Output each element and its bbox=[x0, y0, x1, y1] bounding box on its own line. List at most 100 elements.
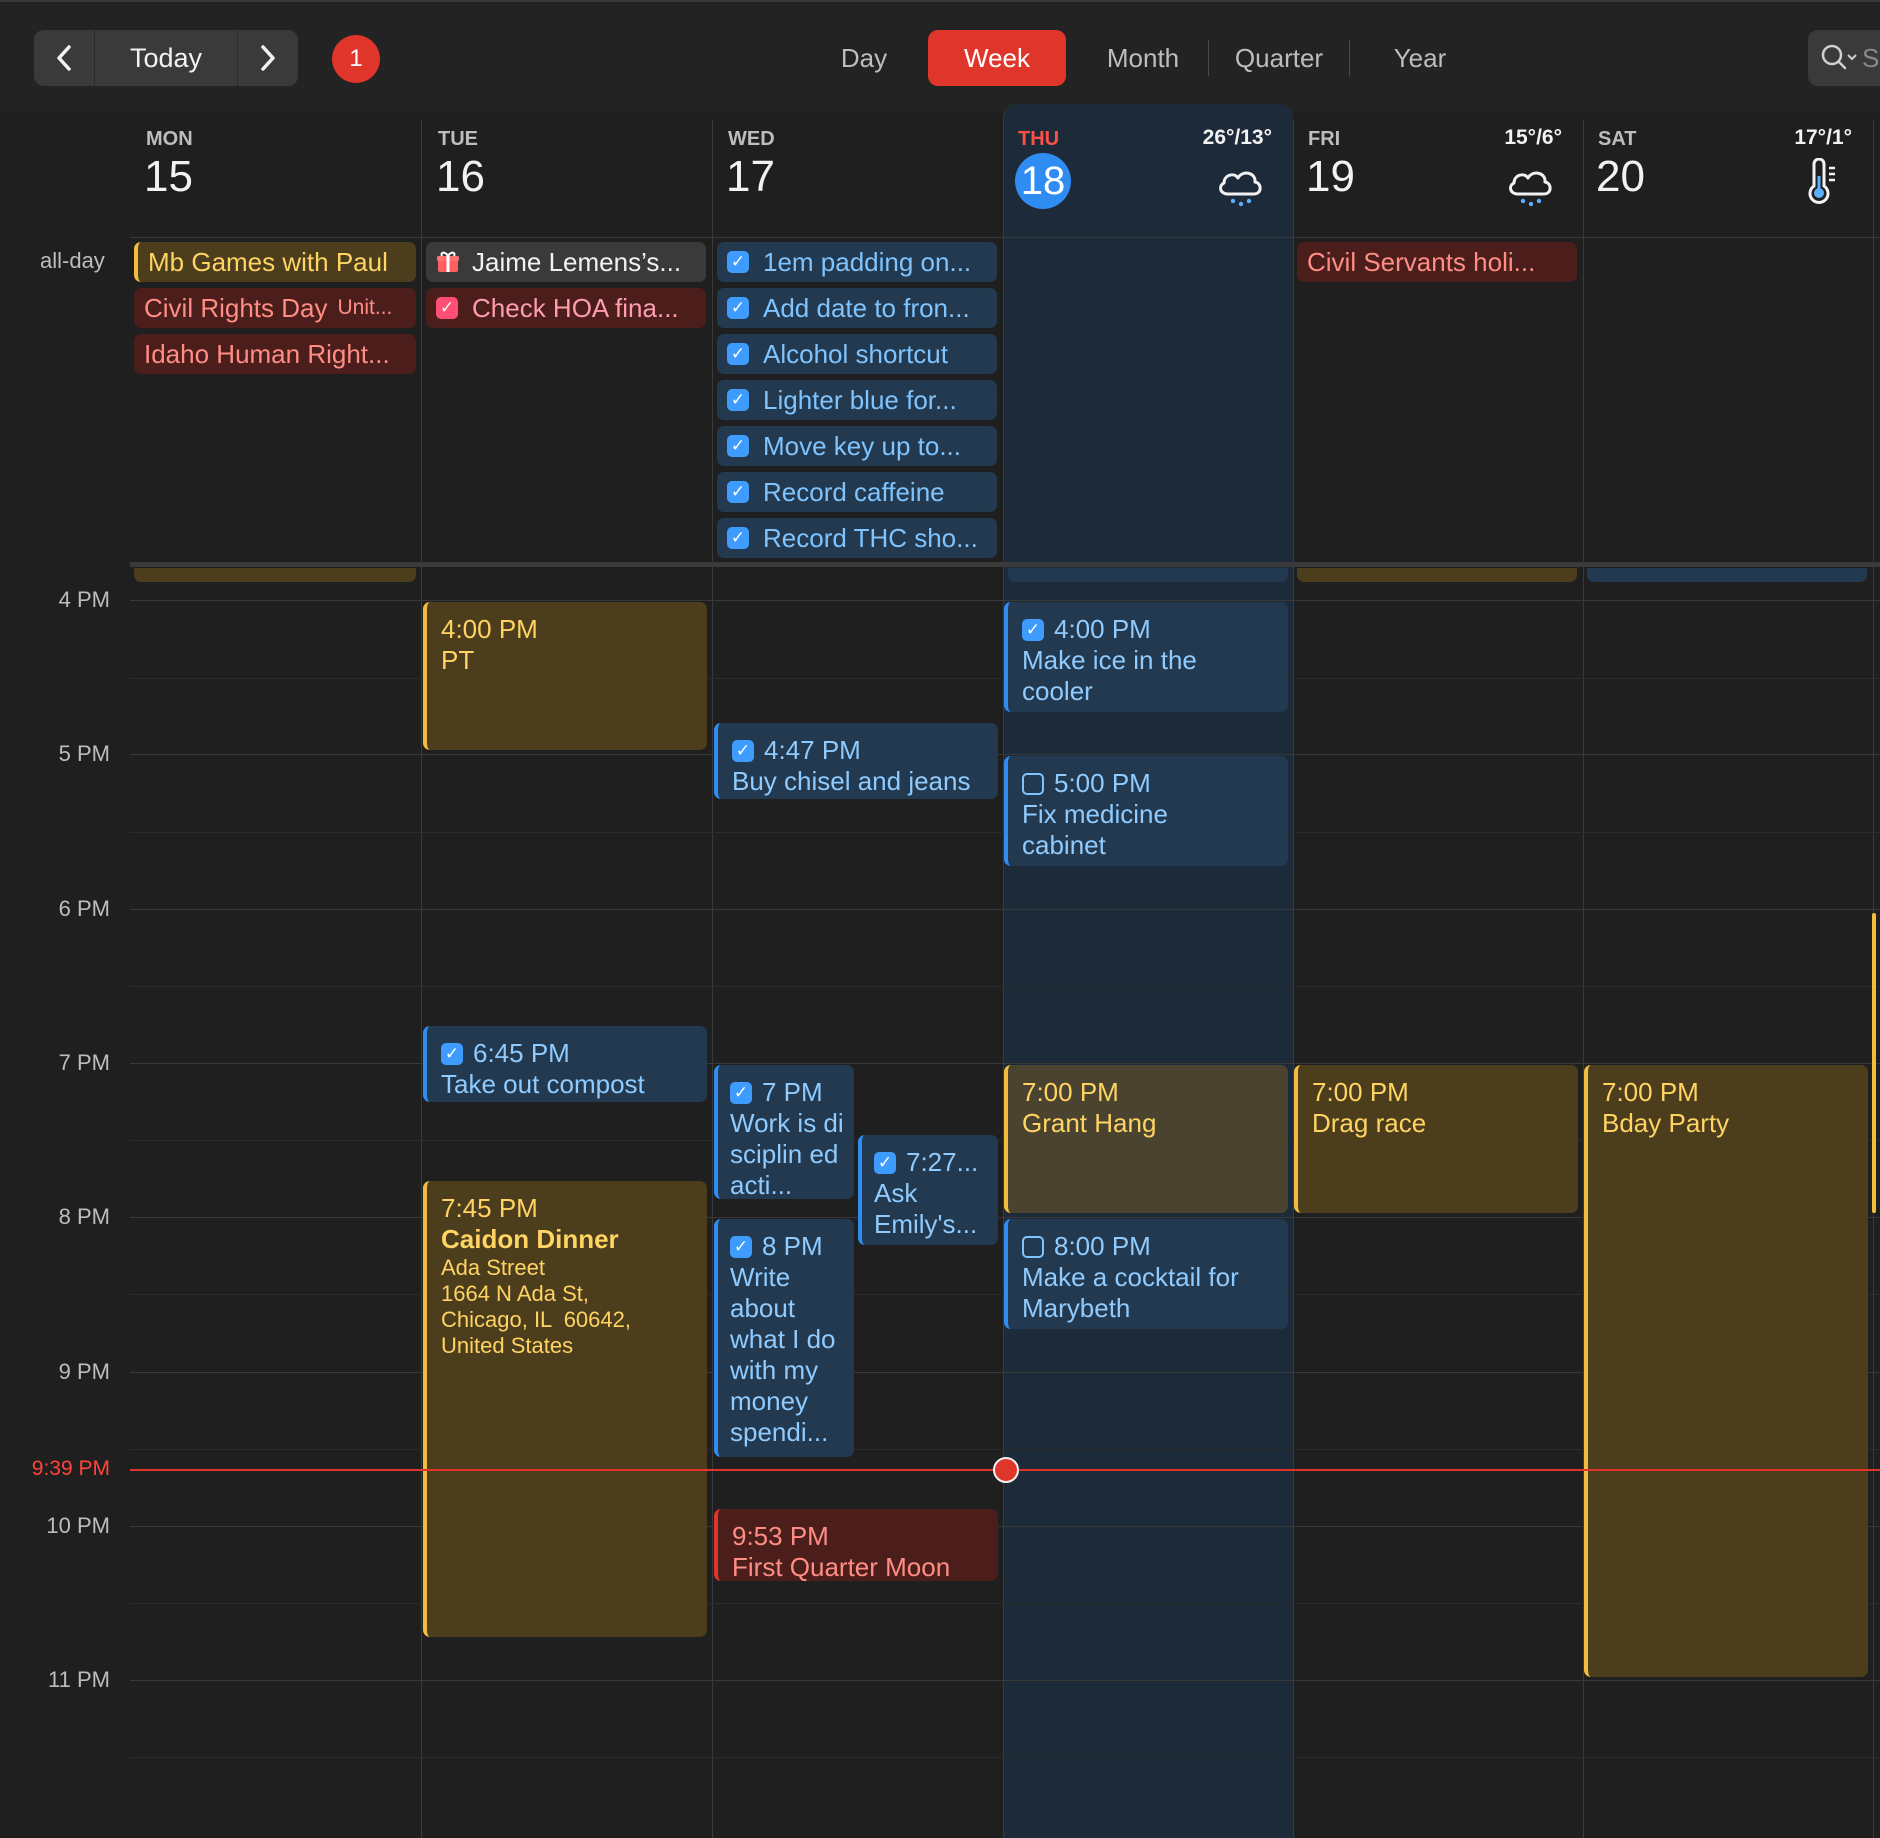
event-first-quarter-moon[interactable]: 9:53 PM First Quarter Moon bbox=[714, 1509, 998, 1581]
reminder[interactable]: ✓ Record THC sho... bbox=[717, 518, 997, 558]
day-column-thu-today[interactable] bbox=[1003, 104, 1293, 1838]
date-nav-group: Today bbox=[34, 30, 298, 86]
checkbox-checked-icon[interactable]: ✓ bbox=[436, 297, 458, 319]
cloud-snow-icon bbox=[1219, 171, 1262, 207]
search-field[interactable]: S bbox=[1808, 30, 1880, 86]
all-day-event[interactable]: Civil Servants holi... bbox=[1297, 242, 1577, 282]
event-bday-party[interactable]: 7:00 PM Bday Party bbox=[1584, 1065, 1868, 1677]
view-year-tab[interactable]: Year bbox=[1350, 30, 1490, 86]
day-number[interactable]: 16 bbox=[436, 152, 485, 202]
checkbox-checked-icon[interactable]: ✓ bbox=[727, 389, 749, 411]
weather-temperature: 17°/1° bbox=[1794, 126, 1852, 149]
cloud-snow-icon bbox=[1509, 171, 1552, 207]
half-hour-line bbox=[130, 986, 1880, 987]
today-button[interactable]: Today bbox=[94, 30, 238, 86]
event-pt[interactable]: 4:00 PM PT bbox=[423, 602, 707, 750]
view-switcher: Day Week Month Quarter Year bbox=[812, 30, 1490, 86]
hour-label: 9 PM bbox=[58, 1359, 110, 1384]
scrolled-event-stub[interactable] bbox=[134, 568, 416, 582]
all-day-event[interactable]: Civil Rights Day Unit... bbox=[134, 288, 416, 328]
reminder-take-out-compost[interactable]: ✓ 6:45 PM Take out compost bbox=[423, 1026, 707, 1102]
day-of-week: SAT bbox=[1598, 128, 1637, 150]
all-day-event[interactable]: Mb Games with Paul bbox=[134, 242, 416, 282]
checkbox-checked-icon[interactable]: ✓ bbox=[730, 1235, 752, 1258]
all-day-event[interactable]: Idaho Human Right... bbox=[134, 334, 416, 374]
previous-week-button[interactable] bbox=[34, 30, 94, 86]
day-number[interactable]: 17 bbox=[726, 152, 775, 202]
reminder-write-about-money[interactable]: ✓ 8 PM Write about what I do with my mone… bbox=[714, 1219, 854, 1457]
day-number[interactable]: 19 bbox=[1306, 152, 1355, 202]
hour-line bbox=[130, 1063, 1880, 1064]
day-of-week: WED bbox=[728, 128, 775, 150]
view-month-tab[interactable]: Month bbox=[1078, 30, 1208, 86]
hour-label: 11 PM bbox=[48, 1667, 110, 1692]
checkbox-checked-icon[interactable]: ✓ bbox=[727, 251, 749, 273]
reminder-make-cocktail[interactable]: 8:00 PM Make a cocktail for Marybeth bbox=[1004, 1219, 1288, 1329]
reminder[interactable]: ✓ Check HOA fina... bbox=[426, 288, 706, 328]
weather-temperature: 26°/13° bbox=[1202, 126, 1272, 149]
hour-label: 6 PM bbox=[58, 896, 110, 921]
current-time-label: 9:39 PM bbox=[31, 1457, 110, 1480]
checkbox-empty-icon[interactable] bbox=[1022, 772, 1044, 795]
thermometer-icon bbox=[1808, 158, 1835, 204]
scrolled-event-stub[interactable] bbox=[1297, 568, 1577, 582]
reminder[interactable]: ✓ Add date to fron... bbox=[717, 288, 997, 328]
day-column-fri[interactable] bbox=[1293, 120, 1583, 1838]
view-day-tab[interactable]: Day bbox=[812, 30, 916, 86]
checkbox-checked-icon[interactable]: ✓ bbox=[727, 343, 749, 365]
notification-badge[interactable]: 1 bbox=[332, 35, 380, 83]
sunday-event-edge[interactable] bbox=[1872, 913, 1876, 1213]
day-of-week-today: THU bbox=[1018, 128, 1060, 150]
current-time-dot bbox=[993, 1457, 1019, 1483]
scrolled-event-stub[interactable] bbox=[1587, 568, 1867, 582]
all-day-divider bbox=[130, 562, 1880, 567]
hour-label: 5 PM bbox=[58, 741, 110, 766]
day-of-week: MON bbox=[146, 128, 193, 150]
day-number[interactable]: 20 bbox=[1596, 152, 1645, 202]
reminder[interactable]: ✓ 1em padding on... bbox=[717, 242, 997, 282]
hour-line bbox=[130, 1680, 1880, 1681]
today-date-circle[interactable]: 18 bbox=[1015, 153, 1071, 209]
checkbox-checked-icon[interactable]: ✓ bbox=[874, 1151, 896, 1174]
view-quarter-tab[interactable]: Quarter bbox=[1209, 30, 1349, 86]
day-of-week: FRI bbox=[1308, 128, 1341, 150]
all-day-event[interactable]: Jaime Lemens’s... bbox=[426, 242, 706, 282]
hour-label: 7 PM bbox=[58, 1050, 110, 1075]
reminder-ask-emily[interactable]: ✓ 7:27... Ask Emily's... bbox=[858, 1135, 998, 1245]
hour-label: 4 PM bbox=[58, 587, 110, 612]
scrolled-event-stub[interactable] bbox=[1008, 568, 1288, 582]
checkbox-checked-icon[interactable]: ✓ bbox=[727, 297, 749, 319]
hour-line bbox=[130, 600, 1880, 601]
chevron-right-icon bbox=[261, 45, 275, 71]
day-column-mon[interactable] bbox=[130, 120, 421, 1838]
day-of-week: TUE bbox=[438, 128, 478, 150]
view-week-tab[interactable]: Week bbox=[928, 30, 1066, 86]
checkbox-checked-icon[interactable]: ✓ bbox=[727, 527, 749, 549]
search-icon bbox=[1821, 44, 1857, 70]
next-week-button[interactable] bbox=[238, 30, 298, 86]
header-separator bbox=[130, 237, 1880, 238]
reminder-make-ice[interactable]: ✓ 4:00 PM Make ice in the cooler bbox=[1004, 602, 1288, 712]
reminder-fix-medicine[interactable]: 5:00 PM Fix medicine cabinet bbox=[1004, 756, 1288, 866]
reminder[interactable]: ✓ Record caffeine bbox=[717, 472, 997, 512]
checkbox-checked-icon[interactable]: ✓ bbox=[441, 1042, 463, 1065]
reminder-buy-chisel[interactable]: ✓ 4:47 PM Buy chisel and jeans bbox=[714, 723, 998, 799]
checkbox-checked-icon[interactable]: ✓ bbox=[727, 481, 749, 503]
day-number[interactable]: 15 bbox=[144, 152, 193, 202]
reminder[interactable]: ✓ Alcohol shortcut bbox=[717, 334, 997, 374]
reminder[interactable]: ✓ Move key up to... bbox=[717, 426, 997, 466]
checkbox-empty-icon[interactable] bbox=[1022, 1235, 1044, 1258]
hour-label: 8 PM bbox=[58, 1204, 110, 1229]
weather-temperature: 15°/6° bbox=[1504, 126, 1562, 149]
checkbox-checked-icon[interactable]: ✓ bbox=[730, 1081, 752, 1104]
reminder[interactable]: ✓ Lighter blue for... bbox=[717, 380, 997, 420]
checkbox-checked-icon[interactable]: ✓ bbox=[1022, 618, 1044, 641]
event-drag-race[interactable]: 7:00 PM Drag race bbox=[1294, 1065, 1578, 1213]
checkbox-checked-icon[interactable]: ✓ bbox=[732, 739, 754, 762]
reminder-work-is-disciplined[interactable]: ✓ 7 PM Work is disciplin ed acti... bbox=[714, 1065, 854, 1199]
checkbox-checked-icon[interactable]: ✓ bbox=[727, 435, 749, 457]
hour-label: 10 PM bbox=[46, 1513, 110, 1538]
all-day-label: all-day bbox=[40, 248, 105, 273]
event-caidon-dinner[interactable]: 7:45 PM Caidon Dinner Ada Street 1664 N … bbox=[423, 1181, 707, 1637]
event-grant-hang[interactable]: 7:00 PM Grant Hang bbox=[1004, 1065, 1288, 1213]
